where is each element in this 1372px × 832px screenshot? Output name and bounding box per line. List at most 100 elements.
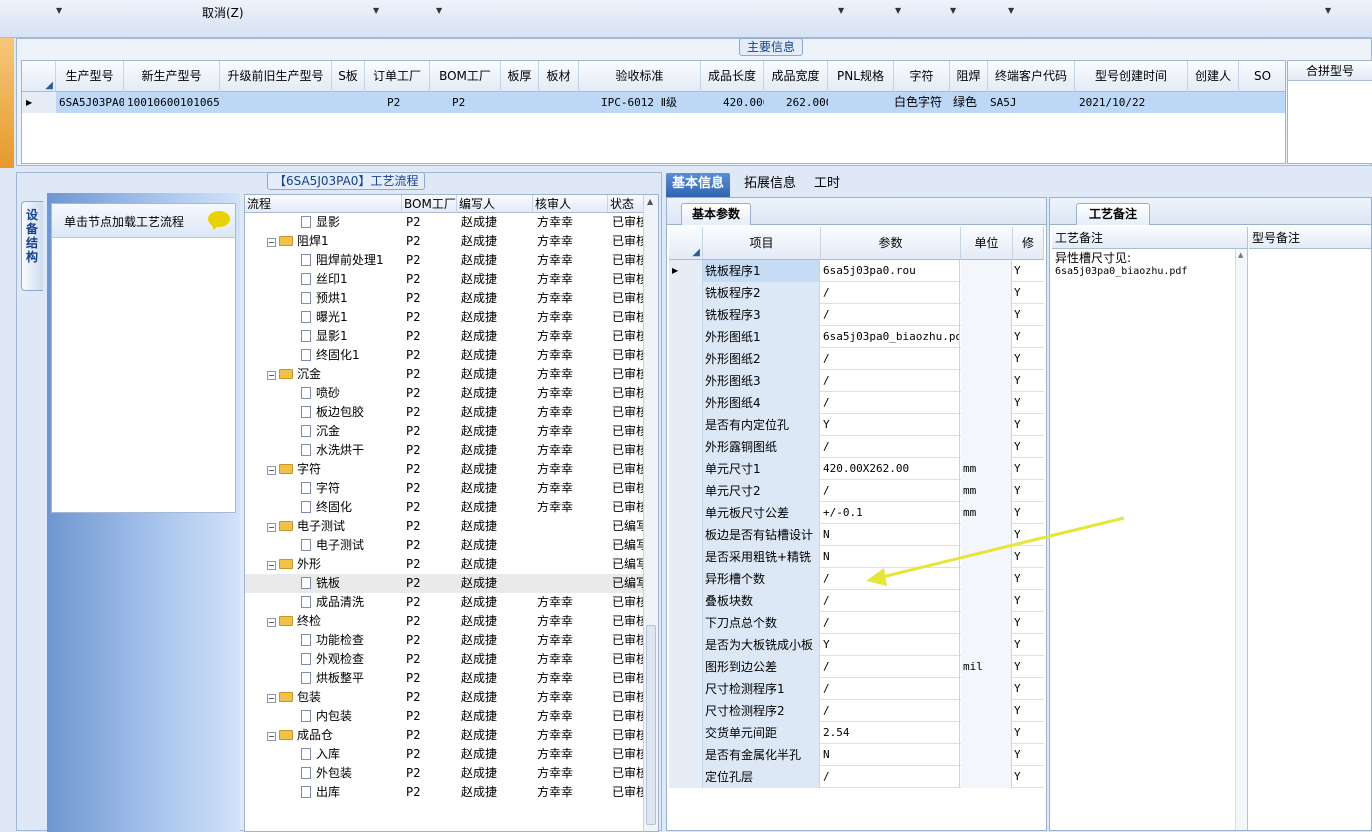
cell-modify[interactable]: Y xyxy=(1013,304,1044,326)
cell-unit[interactable] xyxy=(961,766,1012,788)
cell-bom-factory[interactable]: P2 xyxy=(406,612,446,631)
param-row[interactable]: 单元板尺寸公差 +/-0.1 mm Y xyxy=(669,502,1044,524)
collapse-icon[interactable]: − xyxy=(267,732,276,741)
param-row[interactable]: 外形图纸4/ Y xyxy=(669,392,1044,414)
dropdown-arrow-icon[interactable]: ▼ xyxy=(1325,6,1331,15)
cell-writer[interactable]: 赵成捷 xyxy=(461,289,531,308)
cell-writer[interactable]: 赵成捷 xyxy=(461,745,531,764)
param-row[interactable]: 尺寸检测程序1/ Y xyxy=(669,678,1044,700)
cell-reviewer[interactable]: 方幸幸 xyxy=(537,460,607,479)
cell-unit[interactable] xyxy=(961,260,1012,282)
cell-writer[interactable]: 赵成捷 xyxy=(461,631,531,650)
cell-writer[interactable]: 赵成捷 xyxy=(461,346,531,365)
cell-writer[interactable]: 赵成捷 xyxy=(461,479,531,498)
cell-unit[interactable] xyxy=(961,568,1012,590)
tree-row[interactable]: 入库 P2 赵成捷 方幸幸 已审核 xyxy=(245,745,648,764)
tree-row[interactable]: − 成品仓 P2 赵成捷 方幸幸 已审核 xyxy=(245,726,648,745)
cell-writer[interactable]: 赵成捷 xyxy=(461,270,531,289)
tree-row[interactable]: 电子测试 P2 赵成捷 已编写 xyxy=(245,536,648,555)
cell-writer[interactable]: 赵成捷 xyxy=(461,688,531,707)
param-row[interactable]: 外形图纸1 6sa5j03pa0_biaozhu.pdf Y xyxy=(669,326,1044,348)
tree-node[interactable]: − 电子测试 xyxy=(267,517,345,536)
cell-created-time[interactable]: 2021/10/22 xyxy=(1075,92,1188,113)
tree-row[interactable]: 预烘1 P2 赵成捷 方幸幸 已审核 xyxy=(245,289,648,308)
cell-unit[interactable]: mil xyxy=(961,656,1012,678)
tree-node[interactable]: 阻焊前处理1 xyxy=(301,251,384,270)
tab-work-hours[interactable]: 工时 xyxy=(808,173,846,197)
cell-reviewer[interactable]: 方幸幸 xyxy=(537,308,607,327)
cell-bom-factory[interactable]: P2 xyxy=(406,745,446,764)
cell-reviewer[interactable]: 方幸幸 xyxy=(537,213,607,232)
cell-modify[interactable]: Y xyxy=(1013,612,1044,634)
cell-reviewer[interactable]: 方幸幸 xyxy=(537,498,607,517)
col-writer[interactable]: 编写人 xyxy=(457,195,533,213)
cell-reviewer[interactable]: 方幸幸 xyxy=(537,270,607,289)
tab-basic-params[interactable]: 基本参数 xyxy=(681,203,752,225)
cell-bom-factory[interactable]: P2 xyxy=(406,555,446,574)
cell-param[interactable]: / xyxy=(821,348,960,370)
cell-writer[interactable]: 赵成捷 xyxy=(461,365,531,384)
collapse-icon[interactable]: − xyxy=(267,371,276,380)
cell-unit[interactable] xyxy=(961,304,1012,326)
cell-bom-factory[interactable]: P2 xyxy=(406,384,446,403)
col-customer-code[interactable]: 终端客户代码 xyxy=(988,61,1075,92)
cell-unit[interactable]: mm xyxy=(961,480,1012,502)
tree-node[interactable]: 沉金 xyxy=(301,422,340,441)
tree-row[interactable]: 板边包胶 P2 赵成捷 方幸幸 已审核 xyxy=(245,403,648,422)
dropdown-arrow-icon[interactable]: ▼ xyxy=(373,6,379,15)
cell-bom-factory[interactable]: P2 xyxy=(406,346,446,365)
tree-node[interactable]: − 沉金 xyxy=(267,365,321,384)
cell-writer[interactable]: 赵成捷 xyxy=(461,517,531,536)
scroll-up-icon[interactable]: ▲ xyxy=(647,197,653,206)
cell-reviewer[interactable]: 方幸幸 xyxy=(537,726,607,745)
param-row[interactable]: 定位孔层 / Y xyxy=(669,766,1044,788)
craft-remark-scrollbar[interactable]: ▲ xyxy=(1235,249,1247,830)
cell-width[interactable]: 262.000 xyxy=(764,92,828,113)
cell-param[interactable]: / xyxy=(821,700,960,722)
tree-row[interactable]: 终固化 P2 赵成捷 方幸幸 已审核 xyxy=(245,498,648,517)
cell-reviewer[interactable]: 方幸幸 xyxy=(537,783,607,802)
param-row[interactable]: 外形图纸2/ Y xyxy=(669,348,1044,370)
tree-row[interactable]: 内包装 P2 赵成捷 方幸幸 已审核 xyxy=(245,707,648,726)
cell-param[interactable]: / xyxy=(821,766,960,788)
cell-modify[interactable]: Y xyxy=(1013,524,1044,546)
param-row[interactable]: 叠板块数 / Y xyxy=(669,590,1044,612)
tree-node[interactable]: 字符 xyxy=(301,479,340,498)
tree-node[interactable]: 功能检查 xyxy=(301,631,364,650)
cell-bom-factory[interactable]: P2 xyxy=(406,669,446,688)
cell-reviewer[interactable]: 方幸幸 xyxy=(537,327,607,346)
craft-remark-text[interactable]: 异性槽尺寸见: 6sa5j03pa0_biaozhu.pdf xyxy=(1055,252,1235,278)
col-status[interactable]: 状态 xyxy=(608,195,645,213)
cell-bom-factory[interactable]: P2 xyxy=(406,365,446,384)
tree-node[interactable]: 显影 xyxy=(301,213,340,232)
cell-bom-factory[interactable]: P2 xyxy=(406,479,446,498)
tree-node[interactable]: 出库 xyxy=(301,783,340,802)
collapse-icon[interactable]: − xyxy=(267,561,276,570)
cell-writer[interactable]: 赵成捷 xyxy=(461,251,531,270)
cell-param[interactable]: / xyxy=(821,656,960,678)
cell-reviewer[interactable]: 方幸幸 xyxy=(537,688,607,707)
tree-row[interactable]: 显影 P2 赵成捷 方幸幸 已审核 xyxy=(245,213,648,232)
cell-param[interactable]: / xyxy=(821,568,960,590)
cell-modify[interactable]: Y xyxy=(1013,568,1044,590)
cell-writer[interactable]: 赵成捷 xyxy=(461,783,531,802)
tree-node[interactable]: − 阻焊1 xyxy=(267,232,329,251)
cell-param[interactable]: / xyxy=(821,590,960,612)
tree-node[interactable]: 板边包胶 xyxy=(301,403,364,422)
cell-writer[interactable]: 赵成捷 xyxy=(461,669,531,688)
cell-bom-factory[interactable]: P2 xyxy=(406,251,446,270)
col-old-model[interactable]: 升级前旧生产型号 xyxy=(220,61,332,92)
param-row[interactable]: 是否为大板铣成小板 Y Y xyxy=(669,634,1044,656)
cell-param[interactable]: 420.00X262.00 xyxy=(821,458,960,480)
cell-writer[interactable]: 赵成捷 xyxy=(461,232,531,251)
tab-extended-info[interactable]: 拓展信息 xyxy=(738,173,802,197)
tab-basic-info[interactable]: 基本信息 xyxy=(666,173,731,197)
cell-bom-factory[interactable]: P2 xyxy=(406,631,446,650)
col-pnl[interactable]: PNL规格 xyxy=(828,61,894,92)
cell-modify[interactable]: Y xyxy=(1013,392,1044,414)
cell-writer[interactable]: 赵成捷 xyxy=(461,574,531,593)
col-length[interactable]: 成品长度 xyxy=(701,61,764,92)
col-creator[interactable]: 创建人 xyxy=(1188,61,1239,92)
cell-unit[interactable]: mm xyxy=(961,458,1012,480)
param-row[interactable]: 单元尺寸2/mm Y xyxy=(669,480,1044,502)
